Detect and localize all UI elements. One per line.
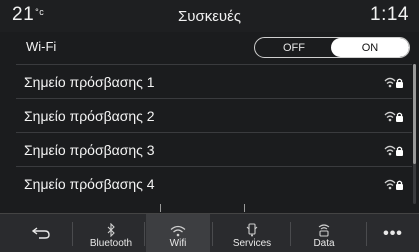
tab-services-label: Services <box>232 238 272 249</box>
tab-services[interactable]: Services <box>220 214 284 252</box>
wifi-icon <box>170 225 186 237</box>
access-point-label: Σημείο πρόσβασης 1 <box>24 74 155 90</box>
wifi-toggle-row: Wi-Fi OFF ON <box>0 32 419 62</box>
toggle-off-option[interactable]: OFF <box>255 38 333 57</box>
tab-bluetooth-label: Bluetooth <box>89 238 133 249</box>
divider-tick <box>244 204 245 212</box>
list-scrollbar[interactable] <box>413 64 416 204</box>
nav-separator <box>72 222 73 246</box>
access-point-list: Σημείο πρόσβασης 1 Σημείο πρόσβασης 2 Ση… <box>0 64 412 200</box>
divider-tick <box>160 204 161 212</box>
wifi-lock-icon <box>384 179 403 190</box>
nav-separator <box>212 222 213 246</box>
access-point-label: Σημείο πρόσβασης 4 <box>24 176 155 192</box>
tab-bluetooth[interactable]: Bluetooth <box>80 214 142 252</box>
access-point-item[interactable]: Σημείο πρόσβασης 2 <box>16 98 412 132</box>
services-icon <box>246 223 258 237</box>
tab-data-label: Data <box>313 238 335 249</box>
back-arrow-icon <box>32 227 50 239</box>
nav-separator <box>290 222 291 246</box>
access-point-label: Σημείο πρόσβασης 3 <box>24 142 155 158</box>
wifi-lock-icon <box>384 77 403 88</box>
tab-wifi-label: Wifi <box>169 238 187 249</box>
scrollbar-thumb[interactable] <box>413 64 416 164</box>
page-title: Συσκευές <box>177 8 242 25</box>
tab-data[interactable]: Data <box>296 214 352 252</box>
devices-screen: 21°c Συσκευές 1:14 Wi-Fi OFF ON Σημείο π… <box>0 0 419 252</box>
back-button[interactable] <box>18 214 64 252</box>
bottom-nav: Bluetooth Wifi Services Data ••• <box>0 213 419 252</box>
access-point-item[interactable]: Σημείο πρόσβασης 1 <box>16 64 412 98</box>
nav-separator <box>366 222 367 246</box>
header-bar: 21°c Συσκευές 1:14 <box>0 0 419 32</box>
wifi-lock-icon <box>384 145 403 156</box>
toggle-on-option[interactable]: ON <box>331 38 409 57</box>
wifi-label: Wi-Fi <box>26 39 57 54</box>
more-button[interactable]: ••• <box>375 214 411 252</box>
bluetooth-icon <box>107 223 115 237</box>
tab-wifi[interactable]: Wifi <box>146 214 210 252</box>
access-point-label: Σημείο πρόσβασης 2 <box>24 108 155 124</box>
access-point-item[interactable]: Σημείο πρόσβασης 3 <box>16 132 412 166</box>
access-point-item[interactable]: Σημείο πρόσβασης 4 <box>16 166 412 200</box>
wifi-lock-icon <box>384 111 403 122</box>
wifi-toggle[interactable]: OFF ON <box>254 37 410 58</box>
nav-separator <box>144 222 145 246</box>
data-icon <box>318 224 330 237</box>
clock: 1:14 <box>370 4 409 25</box>
